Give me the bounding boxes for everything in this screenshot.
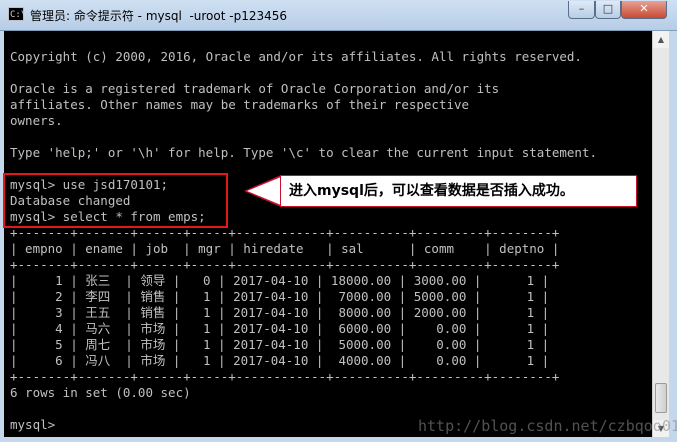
scroll-up-arrow-icon[interactable]: ▲ — [653, 31, 669, 48]
console-line: | 6 | 冯八 | 市场 | 1 | 2017-04-10 | 4000.00… — [10, 353, 550, 368]
console-line: Oracle is a registered trademark of Orac… — [10, 81, 500, 96]
console-line: | 5 | 周七 | 市场 | 1 | 2017-04-10 | 5000.00… — [10, 337, 550, 352]
close-button[interactable]: ✕ — [621, 1, 667, 19]
cmd-icon: C:\ — [8, 7, 26, 21]
vertical-scrollbar[interactable]: ▲ ▼ — [652, 31, 669, 437]
console-prompt[interactable]: mysql> — [10, 417, 55, 433]
console-line: Type 'help;' or '\h' for help. Type '\c'… — [10, 145, 597, 160]
window-frame-bottom — [0, 437, 677, 442]
console-line: 6 rows in set (0.00 sec) — [10, 385, 191, 400]
console-line: owners. — [10, 113, 63, 128]
callout-arrow-fill — [247, 177, 281, 205]
console-line: affiliates. Other names may be trademark… — [10, 97, 470, 112]
window-frame-right — [669, 31, 677, 442]
console-line: +-------+-------+------+-----+----------… — [10, 369, 560, 384]
console-output[interactable]: Copyright (c) 2000, 2016, Oracle and/or … — [4, 31, 652, 437]
minimize-button[interactable]: – — [568, 1, 595, 19]
scrollbar-thumb[interactable] — [655, 383, 667, 413]
console-line: | 3 | 王五 | 销售 | 1 | 2017-04-10 | 8000.00… — [10, 305, 550, 320]
console-line: | 2 | 李四 | 销售 | 1 | 2017-04-10 | 7000.00… — [10, 289, 550, 304]
console-line: | empno | ename | job | mgr | hiredate |… — [10, 241, 560, 256]
window-title: 管理员: 命令提示符 - mysql -uroot -p123456 — [30, 9, 288, 23]
console-window: C:\ 管理员: 命令提示符 - mysql -uroot -p123456 –… — [0, 0, 677, 442]
console-line: +-------+-------+------+-----+----------… — [10, 257, 560, 272]
highlight-box — [3, 173, 228, 228]
console-line: Copyright (c) 2000, 2016, Oracle and/or … — [10, 49, 582, 64]
annotation-callout: 进入mysql后，可以查看数据是否插入成功。 — [280, 175, 637, 207]
maximize-button[interactable]: □ — [595, 1, 621, 19]
console-line: | 4 | 马六 | 市场 | 1 | 2017-04-10 | 6000.00… — [10, 321, 550, 336]
console-line: | 1 | 张三 | 领导 | 0 | 2017-04-10 | 18000.0… — [10, 273, 550, 288]
watermark: http://blog.csdn.net/czbqoo01 — [418, 417, 677, 435]
title-bar[interactable]: C:\ 管理员: 命令提示符 - mysql -uroot -p123456 –… — [0, 0, 677, 31]
